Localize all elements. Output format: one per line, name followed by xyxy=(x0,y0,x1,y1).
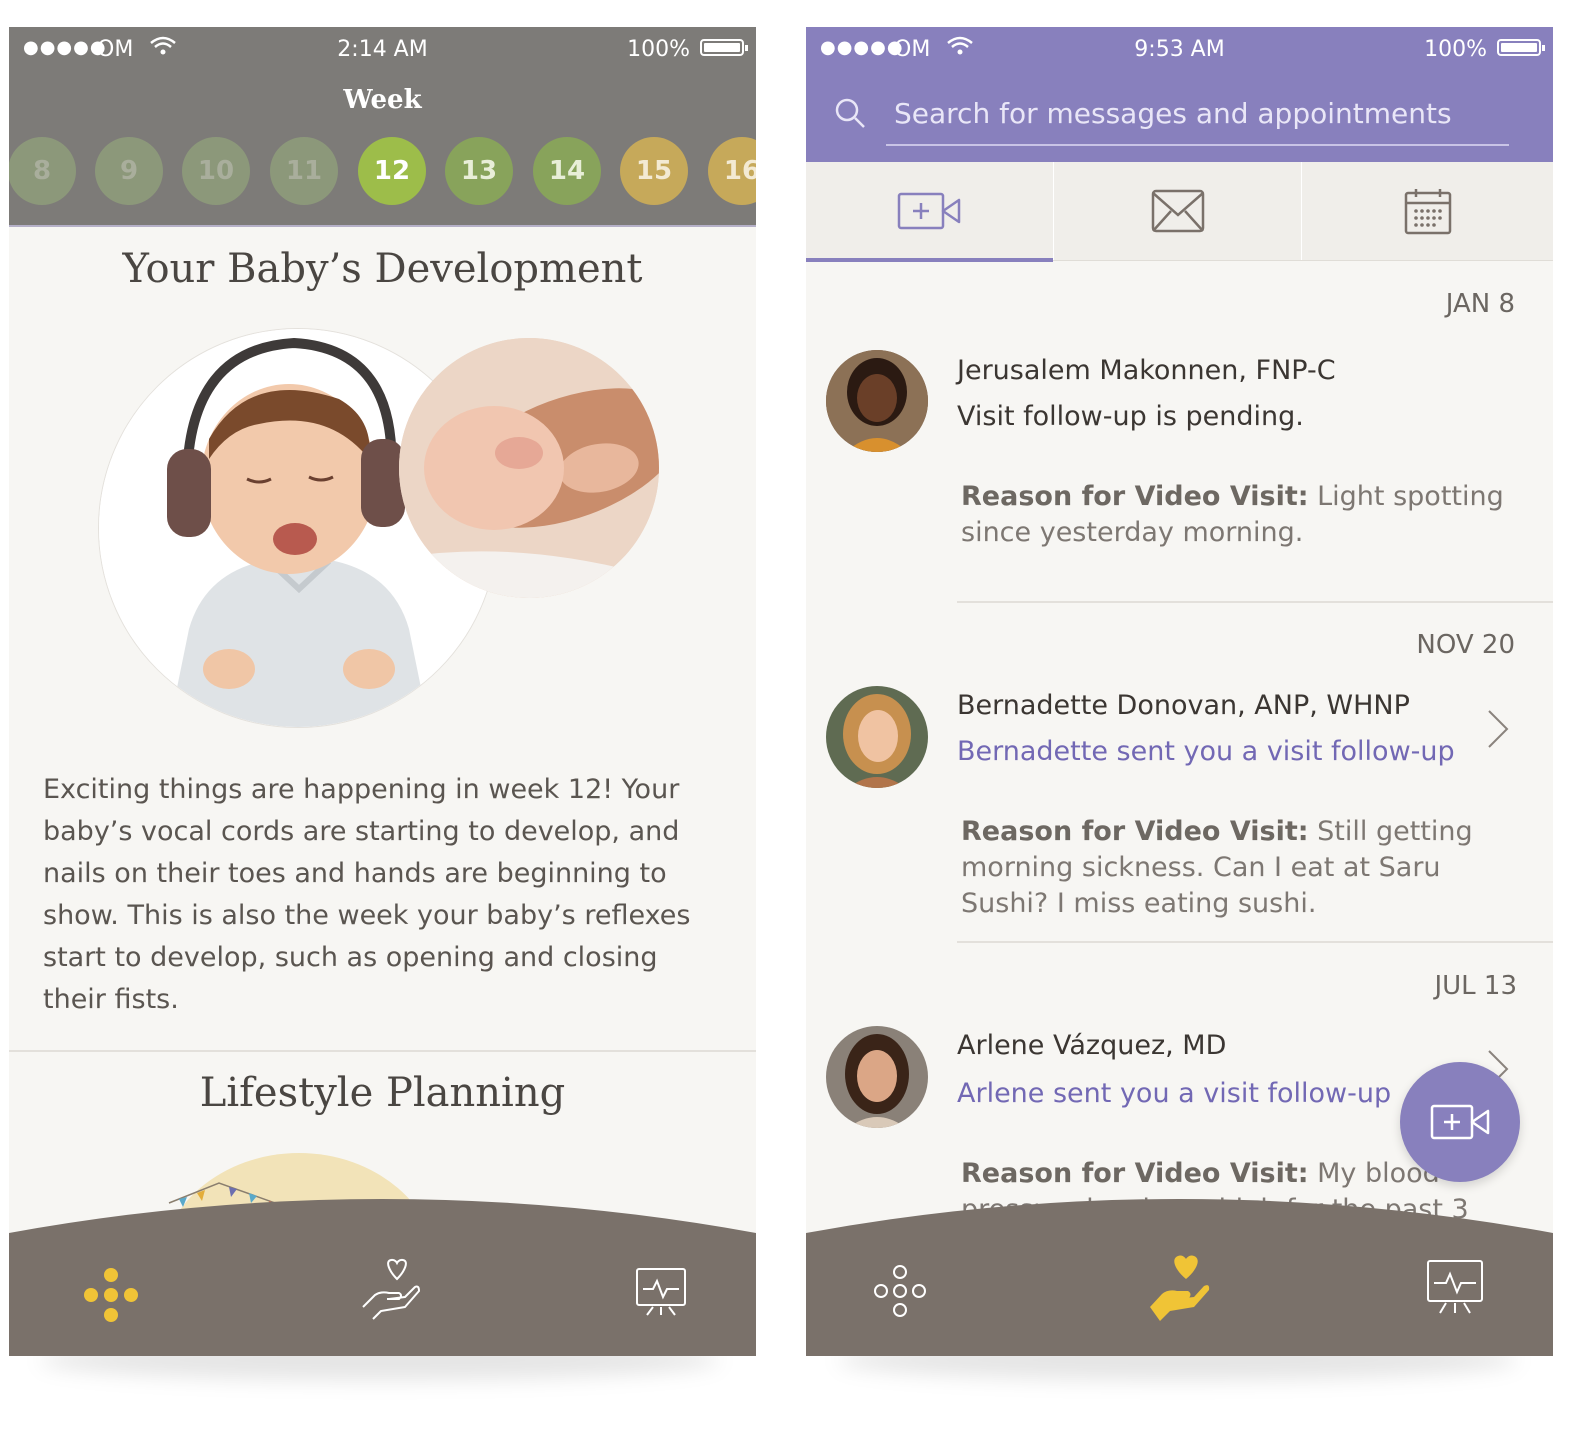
week-title: Week xyxy=(343,85,422,115)
week-chip[interactable]: 13 xyxy=(445,137,513,205)
tab-home[interactable] xyxy=(81,1265,141,1325)
search-icon xyxy=(834,97,866,133)
flower-dots-icon xyxy=(84,1268,138,1322)
week-chip[interactable]: 15 xyxy=(620,137,688,205)
new-video-visit-button[interactable] xyxy=(1400,1062,1520,1182)
tab-health[interactable] xyxy=(635,1267,687,1319)
item-date: JAN 8 xyxy=(1445,289,1515,319)
provider-name: Arlene Vázquez, MD xyxy=(957,1030,1227,1061)
status-bar: ●●●●● OM 2:14 AM 100% xyxy=(9,27,756,73)
video-add-icon xyxy=(897,192,960,230)
pregnancy-tracker-screen: ●●●●● OM 2:14 AM 100% Week 8 9 10 11 12 … xyxy=(9,27,756,1356)
avatar xyxy=(826,1026,928,1128)
video-add-icon xyxy=(1430,1104,1490,1140)
visit-reason-label: Reason for Video Visit: xyxy=(961,1158,1309,1189)
monitor-pulse-icon xyxy=(1427,1260,1483,1314)
tab-video-visits[interactable] xyxy=(806,162,1054,262)
search-underline xyxy=(886,144,1509,146)
item-message: Visit follow-up is pending. xyxy=(957,401,1304,432)
week-chip[interactable]: 9 xyxy=(95,137,163,205)
calendar-icon xyxy=(1404,189,1451,235)
battery-icon xyxy=(700,39,748,56)
visit-reason: Reason for Video Visit: Still getting mo… xyxy=(961,814,1533,922)
lifestyle-title: Lifestyle Planning xyxy=(199,1070,566,1116)
development-title: Your Baby’s Development xyxy=(122,246,643,292)
week-chip-current[interactable]: 12 xyxy=(358,137,426,205)
bottom-tab-bar xyxy=(9,1195,756,1356)
segment-control xyxy=(806,162,1553,262)
chevron-right-icon[interactable] xyxy=(1487,709,1509,753)
envelope-icon xyxy=(1151,189,1204,233)
flower-dots-icon xyxy=(874,1265,926,1317)
tab-home[interactable] xyxy=(872,1263,928,1319)
baby-hand-photo xyxy=(399,338,659,598)
hand-heart-icon xyxy=(362,1258,420,1320)
section-divider xyxy=(9,1050,756,1052)
item-message-link[interactable]: Arlene sent you a visit follow-up xyxy=(957,1078,1391,1109)
item-message-link[interactable]: Bernadette sent you a visit follow-up xyxy=(957,736,1455,767)
bottom-tab-bar xyxy=(806,1195,1553,1356)
battery-percent: 100% xyxy=(1424,37,1487,62)
week-selector: 8 9 10 11 12 13 14 15 16 xyxy=(9,137,756,207)
tab-appointments[interactable] xyxy=(1302,162,1553,260)
week-chip[interactable]: 11 xyxy=(270,137,338,205)
monitor-pulse-icon xyxy=(636,1268,686,1316)
tab-care[interactable] xyxy=(1146,1253,1212,1323)
provider-name: Bernadette Donovan, ANP, WHNP xyxy=(957,690,1410,721)
visit-reason-label: Reason for Video Visit: xyxy=(961,481,1309,512)
tab-messages[interactable] xyxy=(1054,162,1302,260)
item-divider xyxy=(957,601,1553,603)
search-input[interactable]: Search for messages and appointments xyxy=(894,97,1452,130)
tab-health[interactable] xyxy=(1426,1259,1484,1317)
development-description: Exciting things are happening in week 12… xyxy=(43,774,691,1015)
tab-care[interactable] xyxy=(359,1257,423,1321)
provider-name: Jerusalem Makonnen, FNP-C xyxy=(957,355,1336,386)
battery-icon xyxy=(1497,39,1545,56)
week-header: ●●●●● OM 2:14 AM 100% Week 8 9 10 11 12 … xyxy=(9,27,756,227)
status-bar: ●●●●● OM 9:53 AM 100% xyxy=(806,27,1553,73)
messages-screen: ●●●●● OM 9:53 AM 100% Search for message… xyxy=(806,27,1553,1356)
avatar xyxy=(826,686,928,788)
avatar xyxy=(826,350,928,452)
item-date: NOV 20 xyxy=(1416,630,1515,660)
battery-percent: 100% xyxy=(627,37,690,62)
week-chip[interactable]: 8 xyxy=(9,137,76,205)
visit-reason-label: Reason for Video Visit: xyxy=(961,816,1309,847)
search-header: ●●●●● OM 9:53 AM 100% Search for message… xyxy=(806,27,1553,162)
visit-reason: Reason for Video Visit: Light spotting s… xyxy=(961,479,1533,551)
hand-heart-icon xyxy=(1150,1255,1210,1321)
item-date: JUL 13 xyxy=(1434,971,1517,1001)
week-chip[interactable]: 10 xyxy=(182,137,250,205)
item-divider xyxy=(957,941,1553,943)
week-chip[interactable]: 16 xyxy=(708,137,756,205)
week-chip[interactable]: 14 xyxy=(533,137,601,205)
